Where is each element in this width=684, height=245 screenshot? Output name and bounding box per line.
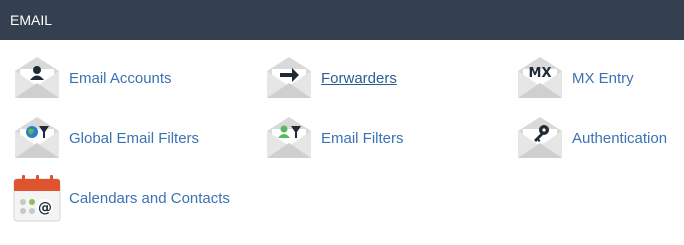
global-email-filters-icon [12, 113, 62, 163]
mx-entry-icon: MX [515, 53, 565, 103]
email-accounts-icon [12, 53, 62, 103]
email-panel: EMAIL Email Accounts Forwarders MX MX En… [0, 0, 684, 245]
mx-entry-label: MX Entry [572, 69, 634, 87]
calendars-contacts-link[interactable]: @ Calendars and Contacts [12, 168, 230, 228]
email-filters-label: Email Filters [321, 129, 404, 147]
email-accounts-link[interactable]: Email Accounts [12, 48, 172, 108]
global-email-filters-label: Global Email Filters [69, 129, 200, 147]
email-filters-icon [264, 113, 314, 163]
authentication-label: Authentication [572, 129, 668, 147]
section-header: EMAIL [0, 0, 684, 40]
calendars-contacts-label: Calendars and Contacts [69, 189, 230, 207]
authentication-link[interactable]: Authentication [515, 108, 667, 168]
forwarders-label: Forwarders [321, 69, 397, 87]
calendars-contacts-icon: @ [13, 175, 61, 222]
email-filters-link[interactable]: Email Filters [264, 108, 404, 168]
forwarders-icon [264, 53, 314, 103]
forwarders-link[interactable]: Forwarders [264, 48, 397, 108]
email-accounts-label: Email Accounts [69, 69, 172, 87]
svg-text:MX: MX [529, 66, 552, 81]
global-email-filters-link[interactable]: Global Email Filters [12, 108, 199, 168]
email-tools-grid: Email Accounts Forwarders MX MX Entry Gl… [0, 40, 684, 245]
mx-entry-link[interactable]: MX MX Entry [515, 48, 634, 108]
svg-text:@: @ [38, 200, 52, 216]
authentication-icon [515, 113, 565, 163]
